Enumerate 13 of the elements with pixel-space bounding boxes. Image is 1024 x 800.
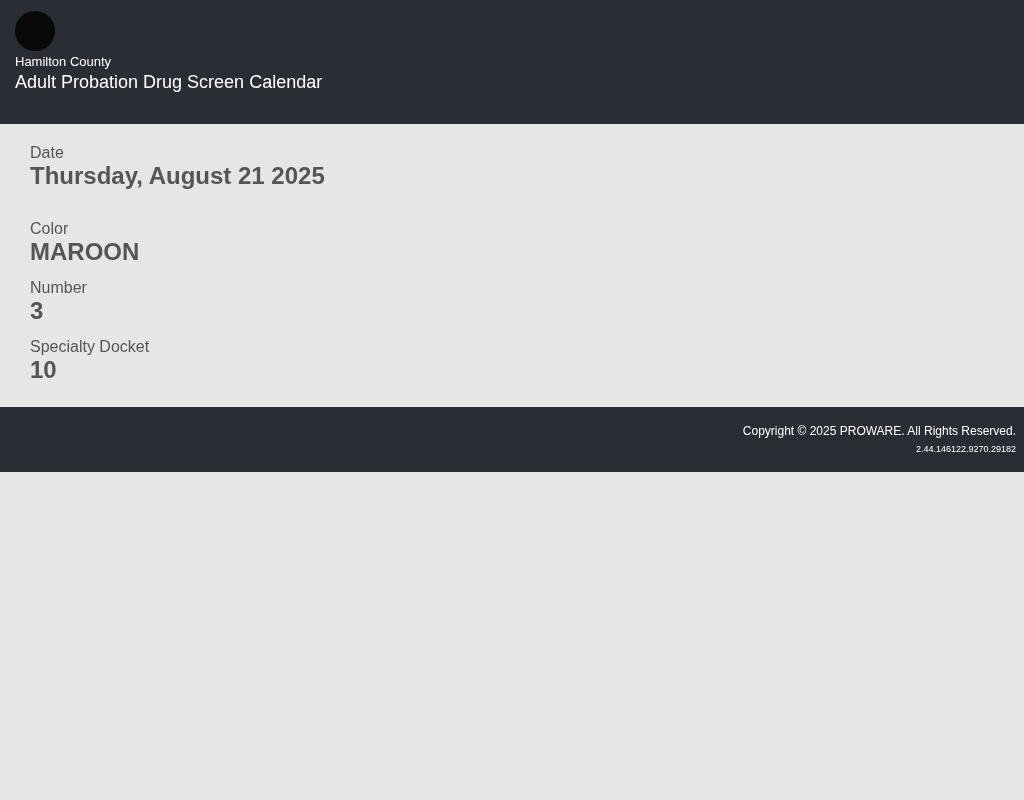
version-text: 2.44.146122.9270.29182 (915, 444, 1016, 454)
field-value: Thursday, August 21 2025 (30, 162, 325, 190)
county-name: Hamilton County (15, 54, 112, 69)
logo-icon (15, 11, 55, 51)
field-label: Specialty Docket (30, 338, 150, 356)
field-label: Color (30, 220, 69, 238)
copyright-text: Copyright © 2025 PROWARE. All Rights Reserved. (742, 424, 1016, 438)
page-title: Adult Probation Drug Screen Calendar (15, 72, 323, 93)
field-value: 10 (30, 356, 57, 384)
field-label: Date (30, 144, 64, 162)
field-value: MAROON (30, 238, 140, 266)
field-label: Number (30, 279, 87, 297)
field-value: 3 (30, 297, 44, 325)
